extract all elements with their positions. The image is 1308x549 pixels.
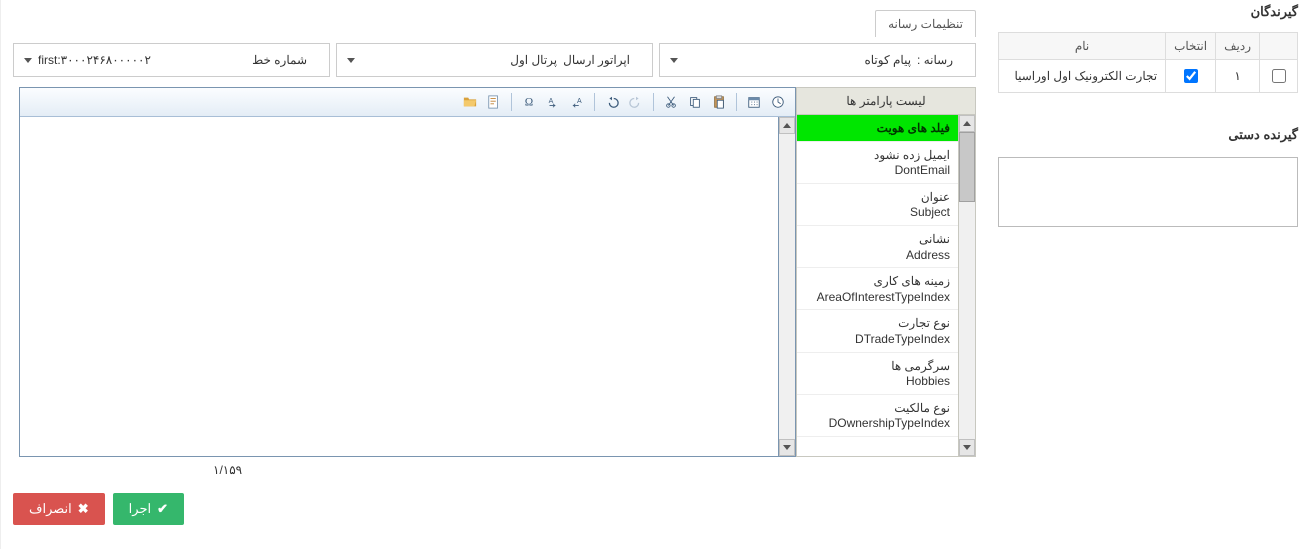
line-select[interactable]: شماره خط first:۳۰۰۰۲۴۶۸۰۰۰۰۰۲: [13, 43, 330, 77]
param-item[interactable]: عنوانSubject: [797, 184, 958, 226]
copy-icon[interactable]: [684, 91, 706, 113]
param-label-en: DontEmail: [895, 163, 950, 177]
content-row: لیست پارامتر ها فیلد های هویت ایمیل زده ن…: [13, 87, 976, 457]
editor-textarea[interactable]: [20, 117, 778, 456]
undo-icon[interactable]: [601, 91, 623, 113]
separator: [653, 93, 654, 111]
parameters-list[interactable]: فیلد های هویتایمیل زده نشودDontEmailعنوا…: [797, 115, 958, 456]
param-label-fa: فیلد های هویت: [805, 121, 950, 137]
param-item[interactable]: نوع مالکیتDOwnershipTypeIndex: [797, 395, 958, 437]
col-select: انتخاب: [1166, 33, 1216, 60]
tab-label: تنظیمات رسانه: [888, 17, 963, 31]
manual-recipient-input[interactable]: [998, 157, 1298, 227]
param-label-fa: سرگرمی ها: [805, 359, 950, 375]
text-direction-rtl-icon[interactable]: A: [566, 91, 588, 113]
param-item[interactable]: سرگرمی هاHobbies: [797, 353, 958, 395]
param-label-fa: نوع تجارت: [805, 316, 950, 332]
main-area: تنظیمات رسانه رسانه : پیام کوتاه اپراتور…: [0, 0, 988, 549]
param-label-en: AreaOfInterestTypeIndex: [817, 290, 950, 304]
scroll-down-icon[interactable]: [779, 439, 795, 456]
editor-scrollbar[interactable]: [778, 117, 795, 456]
param-label-fa: ایمیل زده نشود: [805, 148, 950, 164]
parameters-panel: لیست پارامتر ها فیلد های هویت ایمیل زده ن…: [796, 87, 976, 457]
document-format-icon[interactable]: [483, 91, 505, 113]
table-row: ۱ تجارت الکترونیک اول اوراسیا: [999, 60, 1298, 93]
redo-icon[interactable]: [625, 91, 647, 113]
separator: [511, 93, 512, 111]
row-checkbox[interactable]: [1272, 69, 1286, 83]
separator: [594, 93, 595, 111]
chevron-down-icon: [670, 58, 678, 63]
param-label-en: Subject: [910, 205, 950, 219]
paste-icon[interactable]: [708, 91, 730, 113]
cancel-button[interactable]: ✖ انصراف: [13, 493, 105, 525]
sidebar: گیرندگان ردیف انتخاب نام ۱ تجارت الکترونی…: [988, 0, 1308, 549]
scroll-down-icon[interactable]: [959, 439, 975, 456]
param-label-en: DTradeTypeIndex: [855, 332, 950, 346]
param-item[interactable]: نوع تجارتDTradeTypeIndex: [797, 310, 958, 352]
line-label: شماره خط: [252, 53, 307, 67]
editor-toolbar: Ω A A: [20, 88, 795, 117]
recipients-title: گیرندگان: [988, 0, 1308, 26]
editor-panel: Ω A A: [19, 87, 796, 457]
param-label-fa: نشانی: [805, 232, 950, 248]
scroll-up-icon[interactable]: [959, 115, 975, 132]
param-item[interactable]: زمینه های کاریAreaOfInterestTypeIndex: [797, 268, 958, 310]
svg-text:Ω: Ω: [525, 97, 533, 109]
tab-media-settings[interactable]: تنظیمات رسانه: [875, 10, 976, 37]
param-label-fa: زمینه های کاری: [805, 274, 950, 290]
parameters-title: لیست پارامتر ها: [797, 88, 975, 115]
cancel-label: انصراف: [29, 501, 72, 517]
param-label-fa: نوع مالکیت: [805, 401, 950, 417]
buttons-row: ✔ اجرا ✖ انصراف: [13, 493, 976, 525]
param-item[interactable]: فیلد های هویت: [797, 115, 958, 142]
param-label-fa: عنوان: [805, 190, 950, 206]
scroll-up-icon[interactable]: [779, 117, 795, 134]
folder-open-icon[interactable]: [459, 91, 481, 113]
row-select-checkbox[interactable]: [1184, 69, 1198, 83]
param-item[interactable]: ایمیل زده نشودDontEmail: [797, 142, 958, 184]
cut-icon[interactable]: [660, 91, 682, 113]
clock-icon[interactable]: [767, 91, 789, 113]
omega-icon[interactable]: Ω: [518, 91, 540, 113]
row-name: تجارت الکترونیک اول اوراسیا: [999, 60, 1166, 93]
text-direction-ltr-icon[interactable]: A: [542, 91, 564, 113]
media-value: پیام کوتاه: [678, 53, 917, 67]
operator-label: اپراتور ارسال: [563, 53, 630, 67]
param-label-en: DOwnershipTypeIndex: [829, 416, 950, 430]
col-row: ردیف: [1216, 33, 1260, 60]
row-select-cell: [1166, 60, 1216, 93]
run-label: اجرا: [129, 501, 151, 517]
line-value: first:۳۰۰۰۲۴۶۸۰۰۰۰۰۲: [32, 53, 252, 67]
param-item[interactable]: نشانیAddress: [797, 226, 958, 268]
check-icon: ✔: [157, 501, 168, 517]
calendar-icon[interactable]: [743, 91, 765, 113]
col-blank: [1260, 33, 1298, 60]
separator: [736, 93, 737, 111]
chevron-down-icon: [347, 58, 355, 63]
chevron-down-icon: [24, 58, 32, 63]
manual-recipient-title: گیرنده دستی: [988, 123, 1308, 149]
operator-value: پرتال اول: [355, 53, 563, 67]
scroll-thumb[interactable]: [959, 132, 975, 202]
param-scrollbar[interactable]: [958, 115, 975, 456]
param-label-en: Hobbies: [906, 374, 950, 388]
media-label: رسانه :: [917, 53, 953, 67]
param-label-en: Address: [906, 248, 950, 262]
char-counter: ۱/۱۵۹: [199, 457, 988, 477]
run-button[interactable]: ✔ اجرا: [113, 493, 184, 525]
media-select[interactable]: رسانه : پیام کوتاه: [659, 43, 976, 77]
svg-text:A: A: [549, 98, 554, 105]
operator-select[interactable]: اپراتور ارسال پرتال اول: [336, 43, 653, 77]
row-index: ۱: [1216, 60, 1260, 93]
svg-text:A: A: [577, 98, 582, 105]
selectors-row: رسانه : پیام کوتاه اپراتور ارسال پرتال ا…: [13, 43, 976, 77]
recipients-table: ردیف انتخاب نام ۱ تجارت الکترونیک اول اور…: [998, 32, 1298, 93]
col-name: نام: [999, 33, 1166, 60]
row-leading-checkbox: [1260, 60, 1298, 93]
close-icon: ✖: [78, 501, 89, 517]
